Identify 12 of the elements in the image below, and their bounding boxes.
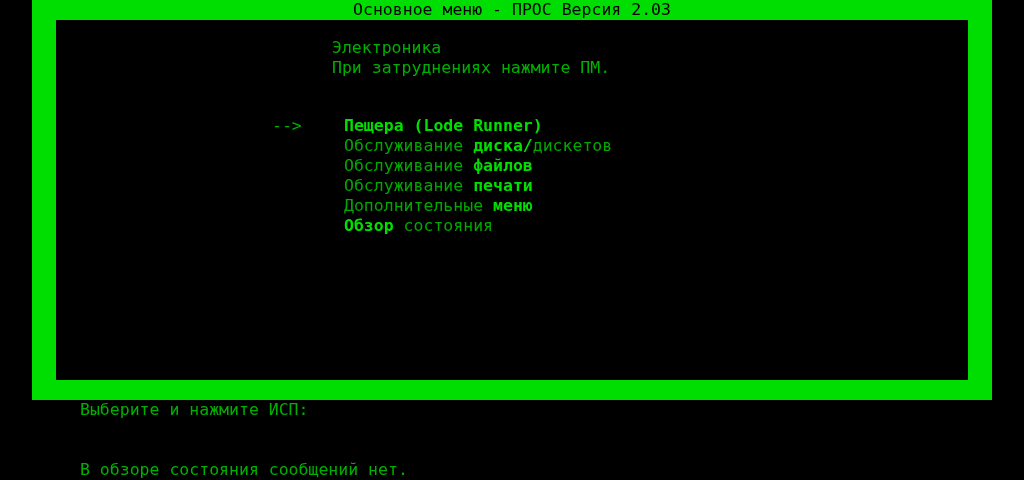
menu-item[interactable]: Обслуживание печати [344, 176, 533, 196]
header-text: При затруднениях нажмите ПМ. [332, 58, 612, 78]
menu-item[interactable]: Обзор состояния [344, 216, 493, 236]
menu-item[interactable]: Обслуживание файлов [344, 156, 533, 176]
menu-item[interactable]: Пещера (Lode Runner) [344, 116, 543, 136]
menu-item[interactable]: Дополнительные меню [344, 196, 533, 216]
prompt-text: Выберите и нажмите ИСП: [80, 400, 310, 420]
header-text: Электроника [332, 38, 443, 58]
selection-pointer: --> [272, 116, 303, 136]
menu-item[interactable]: Обслуживание диска/дискетов [344, 136, 613, 156]
status-message: В обзоре состояния сообщений нет. [80, 460, 409, 480]
window-title: Основное меню - ПРОС Версия 2.03 [352, 0, 672, 20]
